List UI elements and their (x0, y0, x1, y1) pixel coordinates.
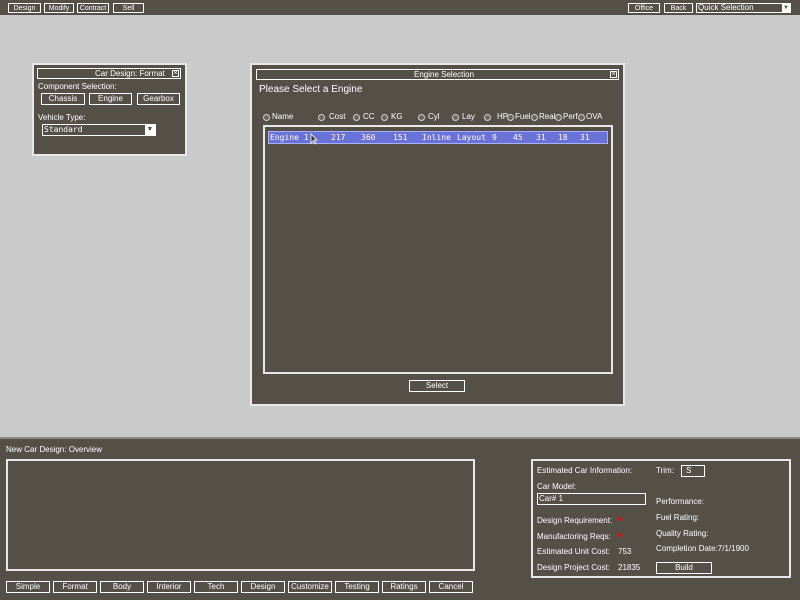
column-header-lay: Lay (462, 112, 475, 121)
simple-button[interactable]: Simple (6, 581, 50, 593)
design-menu-button[interactable]: Design (8, 3, 41, 13)
engine-button[interactable]: Engine (89, 93, 132, 105)
gearbox-button[interactable]: Gearbox (137, 93, 180, 105)
trim-field[interactable]: S (681, 465, 705, 477)
column-header-cyl: Cyl (428, 112, 440, 121)
chevron-down-icon[interactable]: ▼ (782, 4, 790, 12)
format-window-titlebar[interactable]: Car Design: Format × (37, 68, 181, 79)
engine-selection-window: Engine Selection × Please Select a Engin… (250, 63, 625, 406)
engine-fuel-cell: 45 (513, 133, 523, 142)
engine-window-heading: Please Select a Engine (259, 84, 363, 95)
close-icon[interactable]: × (172, 70, 179, 77)
car-model-value: Car# 1 (539, 494, 564, 503)
vehicle-type-dropdown[interactable]: Standard ▼ (42, 124, 156, 136)
customize-button[interactable]: Customize (288, 581, 332, 593)
sort-radio-name[interactable] (263, 114, 270, 121)
sort-radio-ova[interactable] (578, 114, 585, 121)
trim-label: Trim: (656, 466, 674, 475)
estimated-info-label: Estimated Car Information: (537, 466, 633, 475)
completion-date-label: Completion Date:7/1/1900 (656, 544, 749, 553)
engine-window-title: Engine Selection (414, 70, 475, 79)
design-requirement-label: Design Requirement: (537, 516, 613, 525)
build-button[interactable]: Build (656, 562, 712, 574)
engine-window-titlebar[interactable]: Engine Selection × (256, 69, 619, 80)
column-header-cost: Cost (329, 112, 346, 121)
cancel-button[interactable]: Cancel (429, 581, 473, 593)
quick-selection-value: Quick Selection (698, 3, 754, 12)
back-button[interactable]: Back (664, 3, 693, 13)
engine-list[interactable]: Engine 1 217 360 151 Inline Layout 9 45 … (263, 125, 613, 374)
column-header-cc: CC (363, 112, 375, 121)
table-row[interactable]: Engine 1 217 360 151 Inline Layout 9 45 … (268, 131, 608, 144)
column-header-kg: KG (391, 112, 403, 121)
sort-radio-lay[interactable] (452, 114, 459, 121)
column-header-real: Real (539, 112, 556, 121)
overview-title: New Car Design: Overview (6, 445, 103, 454)
unit-cost-value: 753 (618, 547, 632, 556)
engine-perf-cell: 18 (558, 133, 568, 142)
modify-menu-button[interactable]: Modify (44, 3, 74, 13)
format-button[interactable]: Format (53, 581, 97, 593)
manufacturing-status-icon (618, 533, 622, 537)
engine-lay-cell: Layout (457, 133, 486, 142)
format-window-title: Car Design: Format (95, 69, 165, 78)
sort-radio-hp[interactable] (484, 114, 491, 121)
chassis-button[interactable]: Chassis (41, 93, 85, 105)
sort-radio-kg[interactable] (381, 114, 388, 121)
engine-cost-cell: 217 (331, 133, 346, 142)
select-button[interactable]: Select (409, 380, 465, 392)
interior-button[interactable]: Interior (147, 581, 191, 593)
quality-rating-label: Quality Rating: (656, 529, 709, 538)
sort-radio-perf[interactable] (555, 114, 562, 121)
format-window: Car Design: Format × Component Selection… (32, 63, 187, 156)
project-cost-label: Design Project Cost: (537, 563, 610, 572)
sort-radio-real[interactable] (531, 114, 538, 121)
vehicle-type-label: Vehicle Type: (38, 113, 86, 122)
vehicle-type-value: Standard (44, 125, 83, 134)
contract-menu-button[interactable]: Contract (77, 3, 109, 13)
unit-cost-label: Estimated Unit Cost: (537, 547, 610, 556)
close-icon[interactable]: × (610, 71, 617, 78)
design-button[interactable]: Design (241, 581, 285, 593)
sell-menu-button[interactable]: Sell (113, 3, 144, 13)
chevron-down-icon[interactable]: ▼ (145, 125, 155, 135)
component-selection-label: Component Selection: (38, 82, 117, 91)
quick-selection-dropdown[interactable]: Quick Selection ▼ (696, 3, 791, 13)
body-button[interactable]: Body (100, 581, 144, 593)
engine-cc-cell: 360 (361, 133, 376, 142)
fuel-rating-label: Fuel Rating: (656, 513, 700, 522)
engine-ova-cell: 31 (580, 133, 590, 142)
office-button[interactable]: Office (628, 3, 660, 13)
engine-kg-cell: 151 (393, 133, 408, 142)
column-header-perf: Perf (563, 112, 578, 121)
testing-button[interactable]: Testing (335, 581, 379, 593)
car-model-label: Car Model: (537, 482, 577, 491)
car-model-input[interactable]: Car# 1 (537, 493, 646, 505)
sort-radio-cyl[interactable] (418, 114, 425, 121)
engine-name-cell: Engine 1 (270, 133, 309, 142)
sort-radio-fuel[interactable] (507, 114, 514, 121)
project-cost-value: 21835 (618, 563, 641, 572)
trim-value: S (686, 466, 692, 475)
performance-label: Performance: (656, 497, 705, 506)
sort-radio-cc[interactable] (353, 114, 360, 121)
engine-hp-cell: 9 (492, 133, 497, 142)
column-header-fuel: Fuel (515, 112, 531, 121)
ratings-button[interactable]: Ratings (382, 581, 426, 593)
sort-radio-cost[interactable] (318, 114, 325, 121)
mouse-cursor-icon (310, 133, 318, 145)
column-header-name: Name (272, 112, 294, 121)
engine-cyl-cell: Inline (422, 133, 451, 142)
column-header-ova: OVA (586, 112, 603, 121)
design-requirement-status-icon (618, 517, 622, 521)
overview-notes-box (6, 459, 475, 571)
engine-real-cell: 31 (536, 133, 546, 142)
manufacturing-reqs-label: Manufactoring Reqs: (537, 532, 611, 541)
tech-button[interactable]: Tech (194, 581, 238, 593)
